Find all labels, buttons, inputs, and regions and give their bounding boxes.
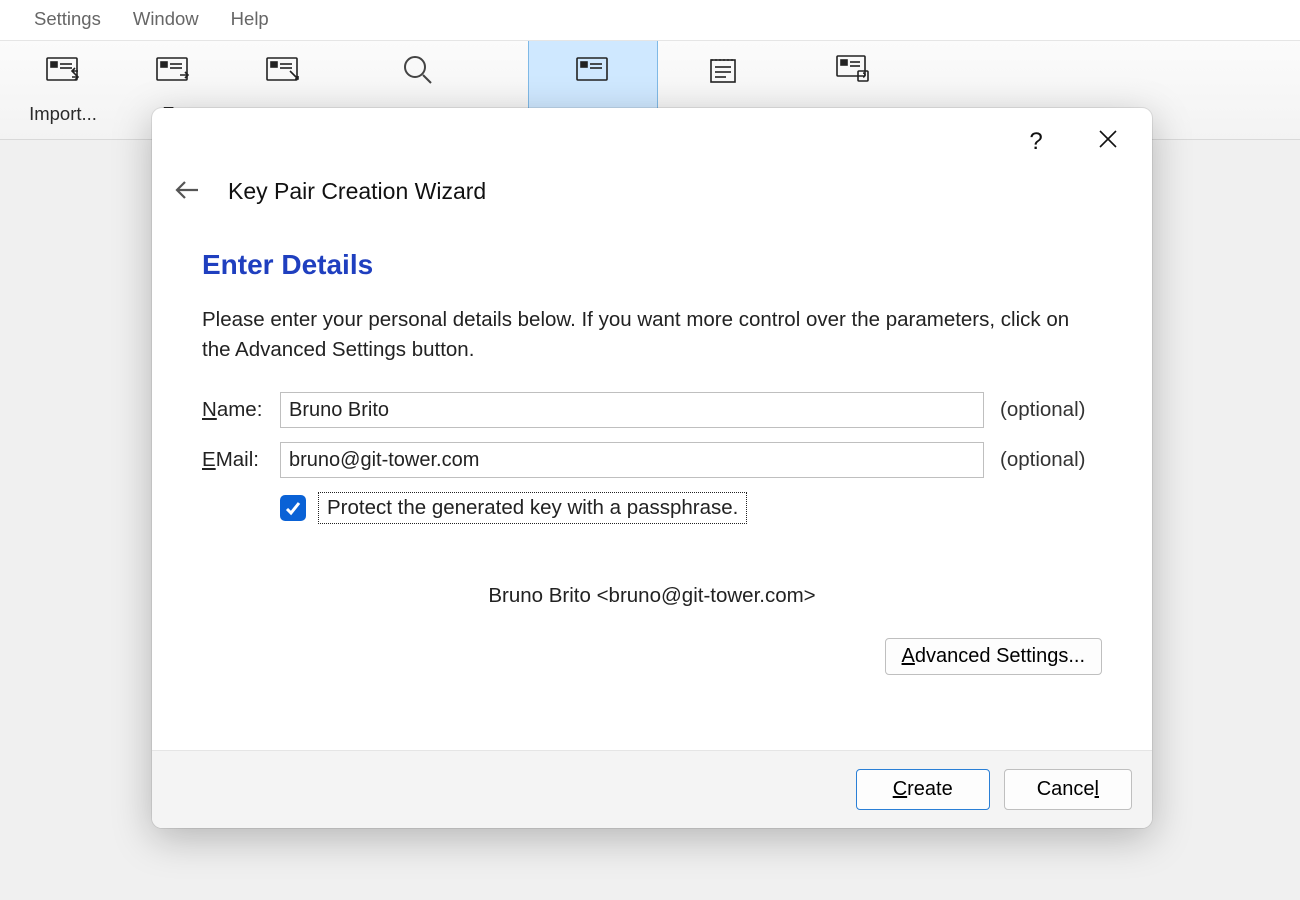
email-row: EMail: (optional)	[202, 442, 1102, 478]
name-label: Name:	[202, 398, 264, 422]
dialog-title: Key Pair Creation Wizard	[228, 178, 486, 205]
dialog-body: Enter Details Please enter your personal…	[152, 207, 1152, 750]
section-description: Please enter your personal details below…	[202, 305, 1102, 364]
create-button[interactable]: Create	[856, 769, 990, 810]
smartcard-icon	[836, 53, 870, 87]
menu-help[interactable]: Help	[231, 8, 269, 30]
certify-icon	[266, 53, 300, 87]
arrow-left-icon	[174, 176, 200, 206]
email-optional-hint: (optional)	[1000, 448, 1102, 472]
menu-settings[interactable]: Settings	[34, 8, 101, 30]
import-label: Import...	[29, 103, 97, 125]
key-pair-wizard-dialog: ? Key Pair Creation Wizard Enter Details…	[152, 108, 1152, 828]
passphrase-row: Protect the generated key with a passphr…	[280, 492, 1102, 524]
section-title: Enter Details	[202, 249, 1102, 281]
search-icon	[402, 53, 434, 87]
identity-preview: Bruno Brito <bruno@git-tower.com>	[202, 584, 1102, 608]
name-input[interactable]	[280, 392, 984, 428]
dialog-titlebar: ?	[152, 108, 1152, 160]
certificate-card-icon	[576, 53, 610, 87]
close-button[interactable]	[1092, 126, 1124, 158]
email-label: EMail:	[202, 448, 264, 472]
menu-window[interactable]: Window	[133, 8, 199, 30]
dialog-footer: Create Cancel	[152, 750, 1152, 828]
import-icon	[46, 53, 80, 87]
passphrase-label[interactable]: Protect the generated key with a passphr…	[318, 492, 747, 524]
advanced-settings-button[interactable]: Advanced Settings...	[885, 638, 1102, 675]
passphrase-checkbox[interactable]	[280, 495, 306, 521]
name-optional-hint: (optional)	[1000, 398, 1102, 422]
menu-bar: Settings Window Help	[0, 0, 1300, 40]
help-button[interactable]: ?	[1020, 126, 1052, 158]
help-icon: ?	[1029, 128, 1042, 156]
back-button[interactable]	[170, 176, 204, 207]
checkmark-icon	[284, 499, 302, 517]
advanced-row: Advanced Settings...	[202, 638, 1102, 675]
dialog-header: Key Pair Creation Wizard	[152, 160, 1152, 207]
import-button[interactable]: Import...	[8, 41, 118, 139]
cancel-button[interactable]: Cancel	[1004, 769, 1132, 810]
close-icon	[1098, 128, 1118, 156]
notepad-icon	[708, 53, 738, 87]
name-row: Name: (optional)	[202, 392, 1102, 428]
email-input[interactable]	[280, 442, 984, 478]
export-icon	[156, 53, 190, 87]
